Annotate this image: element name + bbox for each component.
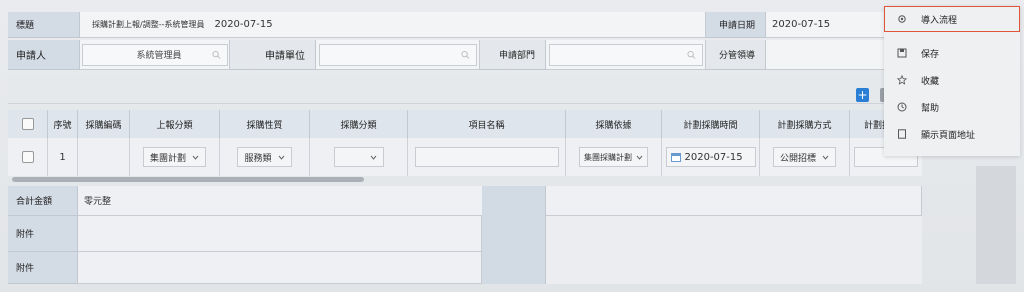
method-cell: 公開招標 (760, 138, 850, 176)
unit-cell (316, 40, 480, 70)
menu-item-show-page-address[interactable]: 顯示頁面地址 (884, 122, 1020, 146)
save-icon (897, 48, 907, 58)
col-header: 採購編碼 (78, 110, 130, 138)
leader-label: 分管領導 (706, 40, 766, 70)
basis-cell: 集團採購計劃 (566, 138, 662, 176)
applicant-label: 申請人 (8, 40, 80, 70)
report-category-cell: 集團計劃 (130, 138, 220, 176)
col-header: 序號 (48, 110, 78, 138)
applicant-value: 系統管理員 (136, 51, 182, 61)
plan-date-value: 2020-07-15 (684, 151, 743, 163)
menu-item-help[interactable]: 幫助 (884, 95, 1020, 119)
calendar-icon[interactable] (670, 152, 681, 162)
title-value: 採購計劃上報/調整--系統管理員 (92, 20, 205, 29)
gear-icon (897, 14, 907, 24)
search-icon[interactable] (687, 50, 696, 59)
menu-item-label: 保存 (921, 49, 940, 60)
col-header: 計劃採購時間 (662, 110, 760, 138)
page-icon (897, 129, 907, 139)
method-select[interactable]: 公開招標 (772, 147, 836, 167)
select-all-checkbox[interactable] (21, 118, 34, 130)
row-checkbox[interactable] (21, 151, 34, 163)
unit-input[interactable] (319, 43, 477, 66)
col-header: 採購依據 (566, 110, 662, 138)
search-icon[interactable] (212, 50, 221, 59)
apply-date-value[interactable]: 2020-07-15 (766, 12, 886, 38)
dept-input[interactable] (549, 43, 703, 66)
title-label: 標題 (8, 12, 80, 38)
menu-item-import-flow[interactable]: 導入流程 (884, 7, 1020, 31)
menu-item-save[interactable]: 保存 (884, 41, 1020, 65)
nature-value: 服務類 (244, 153, 272, 164)
attachment-side-panel (482, 186, 546, 284)
project-name-cell (408, 138, 566, 176)
menu-item-favorite[interactable]: 收藏 (884, 68, 1020, 92)
category-select[interactable] (333, 147, 384, 167)
applicant-input[interactable]: 系統管理員 (82, 43, 228, 66)
apply-date-label: 申請日期 (706, 12, 766, 38)
form-screen: 標題 採購計劃上報/調整--系統管理員 2020-07-15 申請日期 2020… (0, 0, 1024, 292)
method-value: 公開招標 (779, 153, 816, 164)
leader-value[interactable] (766, 40, 886, 70)
nature-select[interactable]: 服務類 (237, 147, 292, 167)
attachment-field[interactable] (78, 216, 482, 252)
table-toolbar (8, 76, 922, 104)
select-all-cell (8, 110, 48, 138)
unit-label: 申請單位 (230, 40, 316, 70)
menu-item-label: 導入流程 (921, 15, 958, 26)
chevron-down-icon (370, 155, 376, 160)
report-category-value: 集團計劃 (149, 153, 186, 164)
project-name-input[interactable] (414, 147, 559, 167)
chevron-down-icon (192, 155, 199, 160)
col-header: 項目名稱 (408, 110, 566, 138)
title-date: 2020-07-15 (214, 19, 273, 30)
report-category-select[interactable]: 集團計劃 (142, 147, 206, 167)
col-header: 上報分類 (130, 110, 220, 138)
table-scrollbar-thumb[interactable] (12, 177, 364, 182)
search-icon[interactable] (461, 50, 470, 59)
plan-date-cell: 2020-07-15 (662, 138, 760, 176)
row-code (78, 138, 130, 176)
total-label: 合計金額 (8, 186, 78, 216)
category-cell (310, 138, 408, 176)
applicant-cell: 系統管理員 (80, 40, 230, 70)
attachment-right-area (546, 216, 922, 284)
menu-item-label: 收藏 (921, 76, 940, 87)
nature-cell: 服務類 (220, 138, 310, 176)
title-field[interactable]: 採購計劃上報/調整--系統管理員 2020-07-15 (80, 12, 706, 38)
add-row-icon[interactable]: + (856, 88, 869, 102)
attachment-label: 附件 (8, 216, 78, 252)
row-check-cell (8, 138, 48, 176)
side-scroll-area[interactable] (976, 166, 1016, 284)
menu-item-label: 顯示頁面地址 (921, 130, 976, 141)
basis-select[interactable]: 集團採購計劃 (579, 147, 648, 167)
help-icon (897, 102, 907, 112)
dept-label: 申請部門 (480, 40, 546, 70)
attachment-label: 附件 (8, 252, 78, 284)
col-header: 採購分類 (310, 110, 408, 138)
col-header: 採購性質 (220, 110, 310, 138)
chevron-down-icon (636, 155, 643, 160)
dept-cell (546, 40, 706, 70)
chevron-down-icon (278, 155, 284, 160)
basis-value: 集團採購計劃 (584, 152, 632, 162)
star-icon (897, 75, 907, 85)
row-index: 1 (48, 138, 78, 176)
attachment-field[interactable] (78, 252, 482, 284)
col-header: 計劃採購方式 (760, 110, 850, 138)
menu-item-label: 幫助 (921, 103, 940, 114)
chevron-down-icon (822, 155, 829, 160)
plan-date-input[interactable]: 2020-07-15 (665, 147, 756, 167)
